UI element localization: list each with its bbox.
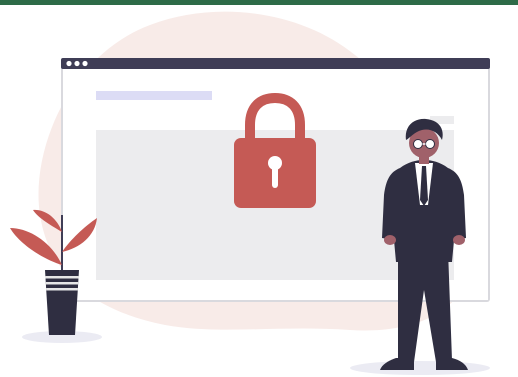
- window-controls: [66, 60, 88, 67]
- person-shoe-right: [436, 358, 468, 370]
- window-dot-maximize: [82, 60, 88, 67]
- window-dot-minimize: [74, 60, 80, 67]
- person-shoe-left: [380, 358, 414, 370]
- padlock-keyhole-slot: [272, 166, 278, 188]
- illustration-stage: [0, 0, 518, 377]
- security-illustration: [10, 11, 490, 375]
- browser-titlebar: [61, 58, 490, 69]
- window-dot-close: [66, 60, 72, 67]
- person-shadow: [350, 361, 490, 375]
- glasses-lens-left: [413, 139, 423, 149]
- pot-stripe-2: [45, 282, 79, 285]
- plant-pot: [45, 270, 79, 335]
- pot-stripe-3: [46, 288, 78, 291]
- glasses-lens-right: [425, 139, 435, 149]
- person-hand-right: [453, 235, 465, 245]
- pot-stripe-1: [45, 276, 79, 279]
- person-hand-left: [384, 235, 396, 245]
- placeholder-bar: [96, 91, 212, 100]
